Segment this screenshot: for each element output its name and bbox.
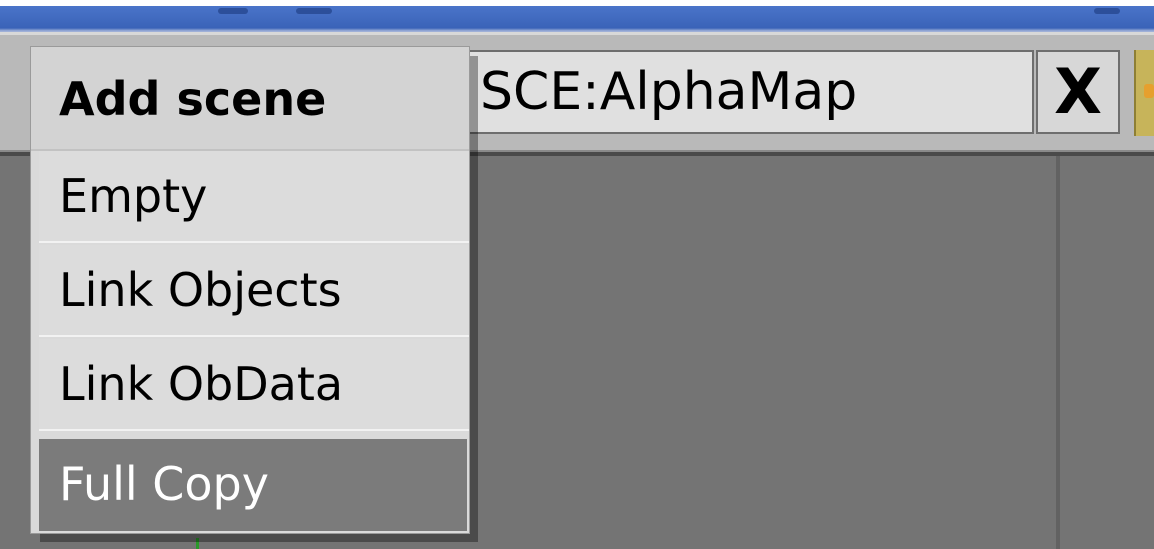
title-strip-mark xyxy=(218,8,248,14)
menu-item-link-objects[interactable]: Link Objects xyxy=(39,245,469,337)
scene-name-field[interactable]: SCE:AlphaMap xyxy=(430,50,1034,134)
add-scene-menu: Add scene Empty Link Objects Link ObData… xyxy=(30,46,470,534)
scene-extra-button[interactable] xyxy=(1134,50,1154,136)
title-strip-mark xyxy=(1094,8,1120,14)
menu-item-link-obdata[interactable]: Link ObData xyxy=(39,339,469,431)
title-strip-mark xyxy=(296,8,332,14)
window-title-strip xyxy=(0,0,1154,32)
viewport-divider xyxy=(1056,156,1060,549)
delete-scene-button[interactable]: X xyxy=(1036,50,1120,134)
menu-item-empty[interactable]: Empty xyxy=(39,151,469,243)
menu-title: Add scene xyxy=(31,47,469,151)
menu-item-full-copy[interactable]: Full Copy xyxy=(39,439,467,531)
scene-extra-icon xyxy=(1144,84,1154,98)
